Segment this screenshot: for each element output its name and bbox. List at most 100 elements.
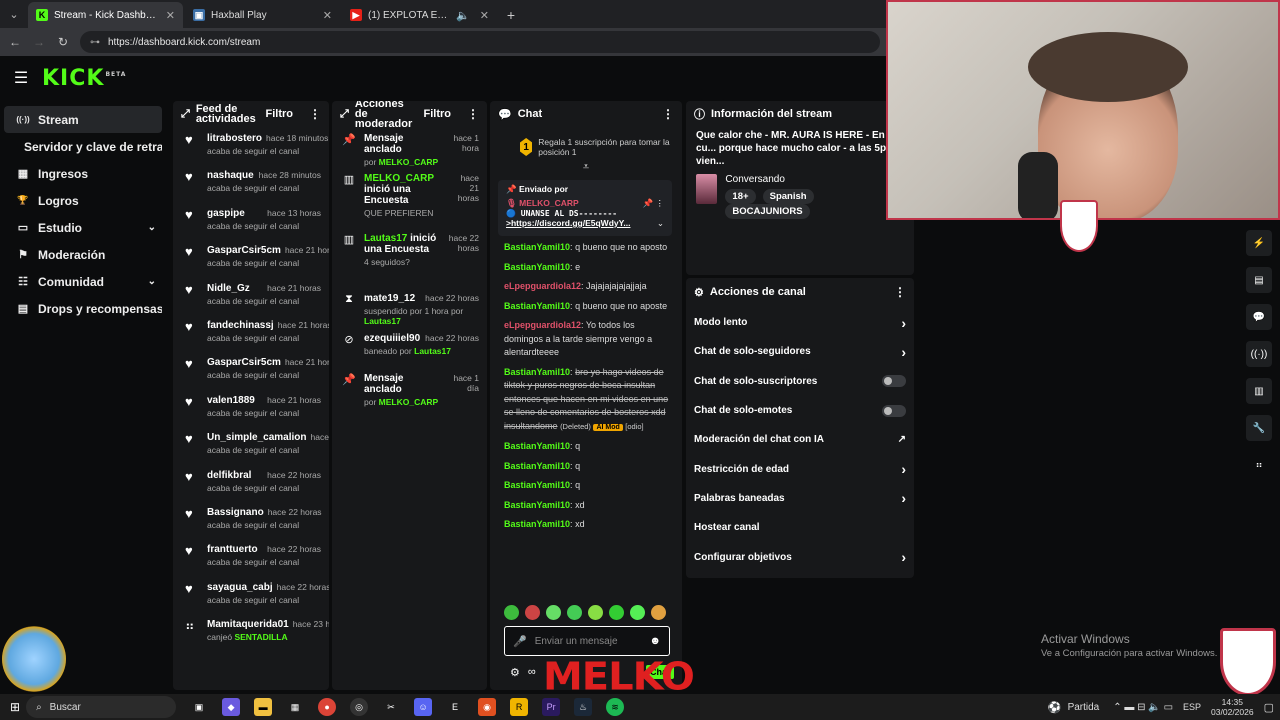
feed-user[interactable]: nashaque [207,170,254,181]
mod-action-user[interactable]: MELKO_CARP [379,157,439,167]
chat-message[interactable]: BastianYamil10: q bueno que no aposte [490,297,682,317]
expand-chevron-icon[interactable]: ⌄ [657,218,664,229]
sidebar-item-comunidad[interactable]: ☷ Comunidad ⌄ [4,268,162,295]
chat-input[interactable]: 🎤 Enviar un mensaje ☻ [504,626,670,656]
sidebar-item-stream[interactable]: ((·)) Stream [4,106,162,133]
sidebar-item-drops[interactable]: ▤ Drops y recompensas [4,295,162,322]
feed-item[interactable]: ♥ fandechinassj hace 21 horas acaba de segu… [173,314,329,351]
mod-action-item[interactable]: ⊘ ezequiiiel90 hace 22 horas baneado por La… [332,327,487,367]
feed-user[interactable]: fandechinassj [207,320,274,331]
feed-user[interactable]: sayagua_cabj [207,582,273,593]
emote-icon[interactable] [504,605,519,620]
weather-text[interactable]: Partida [1068,702,1100,713]
feed-item[interactable]: ♥ Un_simple_camalion hace 22 horas acaba de… [173,426,329,463]
chat-username[interactable]: BastianYamil10 [504,480,570,490]
scroll-down-icon[interactable]: ⩡ [490,161,682,174]
emote-icon[interactable] [546,605,561,620]
mod-action-item[interactable]: ⧗ mate19_12 hace 22 horas suspendido por 1 … [332,287,487,327]
channel-action-row[interactable]: Moderación del chat con IA ↗ [686,425,914,454]
microphone-icon[interactable]: 🎤 [513,635,527,648]
chat-message[interactable]: BastianYamil10: bro yo hago videos de ti… [490,363,682,438]
mod-action-user[interactable]: MELKO_CARP [379,397,439,407]
emote-icon[interactable] [651,605,666,620]
feed-item[interactable]: ♥ gaspipe hace 13 horas acaba de seguir el … [173,202,329,239]
tab-haxball[interactable]: ▣ Haxball Play ✕ [185,2,340,28]
rockstar-icon[interactable]: R [510,698,529,716]
chat-username[interactable]: BastianYamil10 [504,242,570,252]
feed-user[interactable]: delfikbral [207,470,251,481]
taskbar-search[interactable]: ⌕ Buscar [26,696,177,718]
chat-message[interactable]: BastianYamil10: e [490,258,682,278]
chat-username[interactable]: BastianYamil10 [504,519,570,529]
feed-item[interactable]: ♥ Nidle_Gz hace 21 horas acaba de seguir el… [173,277,329,314]
feed-user[interactable]: GasparCsir5cm [207,245,281,256]
channel-action-row[interactable]: Chat de solo-seguidores › [686,337,914,366]
chat-username[interactable]: BastianYamil10 [504,500,570,510]
mod-action-item[interactable]: 📌 Mensaje anclado hace 1 hora por MELKO_CAR… [332,127,487,167]
tab-search-icon[interactable]: ⌄ [0,0,28,28]
chat-message[interactable]: BastianYamil10: q [490,476,682,496]
gift-sub-banner[interactable]: 1 Regala 1 suscripción para tomar la pos… [490,127,682,157]
speaker-icon[interactable]: 🔈 [456,9,470,22]
chat-username[interactable]: BastianYamil10 [504,367,570,377]
more-icon[interactable]: ⋮ [662,107,674,121]
brave-icon[interactable]: ◉ [478,698,497,716]
channel-action-row[interactable]: Modo lento › [686,308,914,337]
steam-icon[interactable]: ♨ [574,698,593,716]
feed-user[interactable]: Nidle_Gz [207,283,250,294]
feed-item[interactable]: ⠶ Mamitaquerida01hace 23 horas canjeó SENT… [173,613,329,650]
chat-message[interactable]: BastianYamil10: q bueno que no aposto [490,238,682,258]
notifications-icon[interactable]: ▢ [1264,701,1274,714]
chevron-down-icon[interactable]: ⌄ [148,222,156,233]
close-tab-icon[interactable]: ✕ [480,9,489,22]
mod-action-user[interactable]: Lautas17 [364,316,401,326]
feed-user[interactable]: Mamitaquerida01 [207,619,289,630]
close-tab-icon[interactable]: ✕ [323,9,332,22]
feed-item[interactable]: ♥ litrabostero hace 18 minutos acaba de seg… [173,127,329,164]
feed-user[interactable]: valen1889 [207,395,255,406]
mod-action-item[interactable]: ▥ Lautas17 inició una Encuesta hace 22 hor… [332,227,487,287]
more-icon[interactable]: ⋮ [309,107,321,121]
feed-item[interactable]: ♥ GasparCsir5cmhace 21 horas acaba de segu… [173,239,329,276]
forward-icon[interactable]: → [32,35,46,49]
windows-start-icon[interactable]: ⊞ [10,700,20,714]
site-info-icon[interactable]: ⊶ [90,37,100,48]
menu-icon[interactable]: ☰ [0,68,42,88]
weather-icon[interactable]: ⚽ [1048,701,1062,714]
back-icon[interactable]: ← [8,35,22,49]
tag-chip[interactable]: Spanish [762,189,814,204]
tab-youtube[interactable]: ▶ (1) EXPLOTA EL MONUM 🔈 ✕ [342,2,497,28]
collapse-icon[interactable]: ⤢ [181,108,190,121]
toggle-switch[interactable] [882,404,906,417]
feed-user[interactable]: gaspipe [207,208,245,219]
copilot-icon[interactable]: ◆ [222,698,241,716]
tab-kick-dashboard[interactable]: K Stream - Kick Dashboard ✕ [28,2,183,28]
channel-action-row[interactable]: Chat de solo-emotes [686,396,914,425]
close-tab-icon[interactable]: ✕ [166,9,175,22]
collapse-icon[interactable]: ⤢ [340,108,349,121]
feed-item[interactable]: ♥ Bassignano hace 22 horas acaba de seguir … [173,501,329,538]
notes-icon[interactable]: ▤ [1246,267,1272,293]
chat-message[interactable]: BastianYamil10: xd [490,515,682,535]
emote-icon[interactable] [630,605,645,620]
chat-message[interactable]: BastianYamil10: xd [490,496,682,516]
category-name[interactable]: Conversando [725,174,904,185]
language-indicator[interactable]: ESP [1183,702,1201,712]
feed-item[interactable]: ♥ sayagua_cabj hace 22 horas acaba de segui… [173,576,329,613]
sidebar-item-ingresos[interactable]: ▦ Ingresos [4,160,162,187]
premiere-icon[interactable]: Pr [542,698,561,716]
channel-action-row[interactable]: Hostear canal [686,513,914,542]
layout-icon[interactable]: ▥ [1246,378,1272,404]
chat-username[interactable]: eLpepguardiola12 [504,281,581,291]
chat-message[interactable]: eLpepguardiola12: Yo todos los domingos … [490,316,682,363]
more-icon[interactable]: ⋮ [467,107,479,121]
store-icon[interactable]: ▦ [286,698,304,716]
more-icon[interactable]: ⋮ [894,285,906,299]
tag-chip[interactable]: BOCAJUNIORS [725,204,810,219]
mod-action-user[interactable]: Lautas17 [414,346,451,356]
epic-games-icon[interactable]: E [446,698,464,716]
tray-icons[interactable]: ⌃ ▬ ⊟ 🔈 ▭ [1113,702,1173,713]
mod-action-item[interactable]: ▥ MELKO_CARP inició una Encuesta hace 21 h… [332,167,487,227]
settings-icon[interactable]: ⚙ [510,666,520,679]
emote-icon[interactable] [609,605,624,620]
